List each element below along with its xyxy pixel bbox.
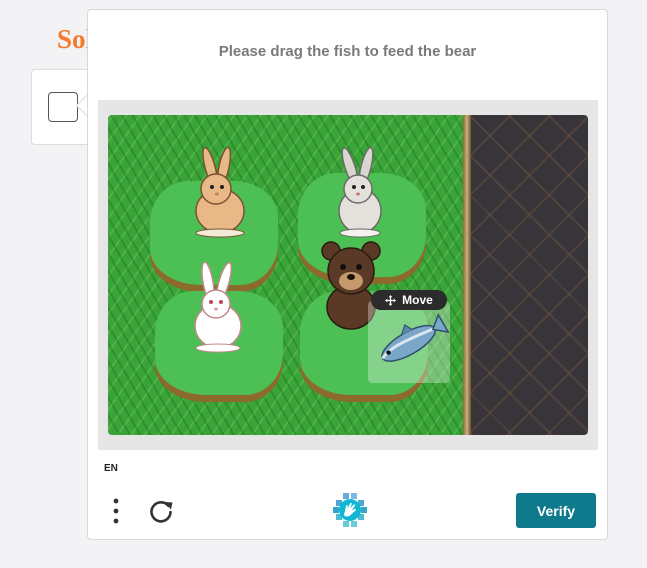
grass-field bbox=[108, 115, 468, 435]
fish-icon bbox=[381, 312, 450, 362]
patterned-wall bbox=[471, 115, 588, 435]
move-drag-badge[interactable]: Move bbox=[371, 290, 447, 310]
more-vertical-icon bbox=[113, 498, 119, 524]
challenge-image: Move bbox=[108, 115, 588, 435]
menu-button[interactable] bbox=[106, 497, 126, 525]
rabbit-icon bbox=[338, 146, 382, 238]
challenge-prompt: Please drag the fish to feed the bear bbox=[218, 43, 477, 60]
refresh-button[interactable] bbox=[146, 497, 176, 527]
verify-button[interactable]: Verify bbox=[516, 493, 596, 528]
language-selector[interactable]: EN bbox=[104, 463, 118, 474]
challenge-frame: Move bbox=[98, 100, 598, 450]
move-arrows-icon bbox=[385, 294, 397, 306]
refresh-icon bbox=[150, 501, 173, 523]
hcaptcha-logo bbox=[333, 493, 367, 527]
move-label: Move bbox=[402, 293, 433, 307]
fish-drag-tile[interactable] bbox=[368, 301, 450, 383]
hcaptcha-logo-icon bbox=[333, 493, 367, 527]
rabbit-icon bbox=[194, 261, 242, 353]
captcha-checkbox[interactable] bbox=[48, 92, 78, 122]
mud-strip bbox=[463, 115, 471, 435]
captcha-challenge-modal: Please drag the fish to feed the bear Mo… bbox=[87, 9, 608, 540]
rabbit-icon bbox=[195, 146, 245, 238]
